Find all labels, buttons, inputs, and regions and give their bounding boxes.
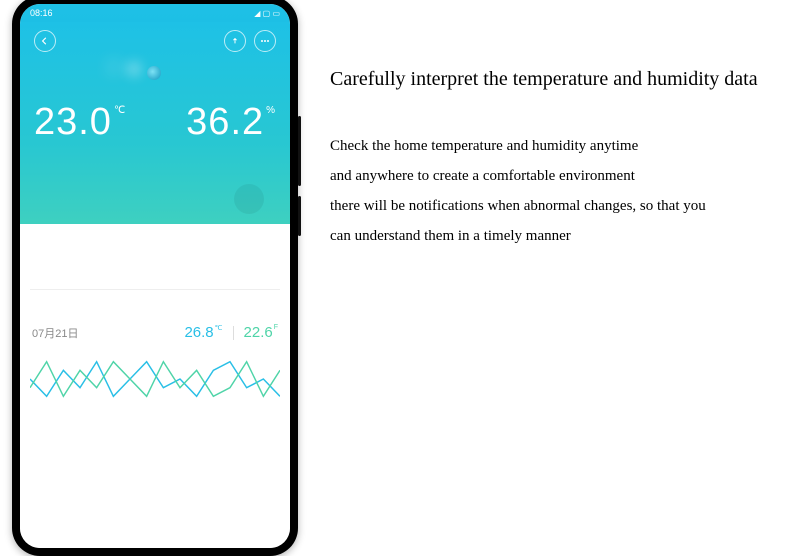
status-indicators: ◢ ▢ ▭ <box>254 9 280 18</box>
summary-date: 07月21日 <box>32 325 78 341</box>
summary-humidity-value: 22.6 <box>244 324 273 341</box>
status-time: 08:16 <box>30 8 53 18</box>
humidity-value: 36.2 <box>186 101 264 144</box>
temperature-value: 23.0 <box>34 101 112 144</box>
hero-panel: 23.0 ℃ 36.2 % <box>20 22 290 224</box>
chevron-left-icon <box>41 37 49 45</box>
hero-silhouette <box>20 154 290 224</box>
temperature-unit: ℃ <box>114 105 126 116</box>
marketing-line: can understand them in a timely manner <box>330 221 780 251</box>
hero-top-bar <box>34 28 276 54</box>
share-button[interactable] <box>224 30 246 52</box>
daily-summary-row: 07月21日 26.8℃ 22.6F <box>30 324 280 341</box>
marketing-copy: Carefully interpret the temperature and … <box>310 0 800 500</box>
chart-upper-placeholder <box>30 234 280 290</box>
phone-mockup: 08:16 ◢ ▢ ▭ <box>0 0 310 500</box>
comet-icon <box>147 66 161 80</box>
summary-humidity-unit: F <box>274 324 278 331</box>
phone-frame: 08:16 ◢ ▢ ▭ <box>12 0 298 556</box>
summary-temperature-unit: ℃ <box>215 325 223 332</box>
temperature-reading: 23.0 ℃ <box>34 101 126 144</box>
marketing-line: there will be notifications when abnorma… <box>330 191 780 221</box>
humidity-line <box>30 362 280 397</box>
summary-separator <box>233 326 234 340</box>
humidity-reading: 36.2 % <box>186 101 276 144</box>
ellipsis-icon <box>260 39 270 43</box>
phone-screen: 08:16 ◢ ▢ ▭ <box>20 4 290 548</box>
more-button[interactable] <box>254 30 276 52</box>
chart-area: 07月21日 26.8℃ 22.6F <box>20 224 290 548</box>
back-button[interactable] <box>34 30 56 52</box>
phone-side-button <box>298 116 301 186</box>
humidity-unit: % <box>266 105 276 116</box>
marketing-headline: Carefully interpret the temperature and … <box>330 68 780 91</box>
phone-side-button <box>298 196 301 236</box>
share-icon <box>231 37 239 45</box>
summary-temperature: 26.8℃ <box>184 324 222 341</box>
summary-temperature-value: 26.8 <box>184 324 213 341</box>
primary-readings: 23.0 ℃ 36.2 % <box>34 88 276 144</box>
status-bar: 08:16 ◢ ▢ ▭ <box>20 4 290 22</box>
history-chart <box>30 353 280 405</box>
marketing-line: and anywhere to create a comfortable env… <box>330 161 780 191</box>
marketing-body: Check the home temperature and humidity … <box>330 131 780 251</box>
marketing-line: Check the home temperature and humidity … <box>330 131 780 161</box>
summary-humidity: 22.6F <box>244 324 278 341</box>
